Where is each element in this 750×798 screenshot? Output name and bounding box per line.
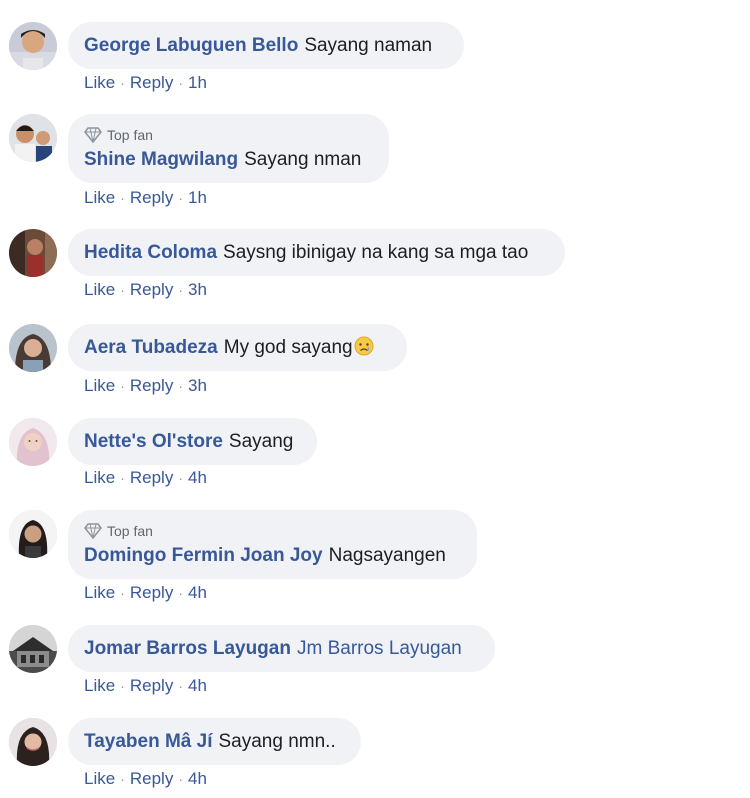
separator-dot: · <box>178 585 183 601</box>
separator-dot: · <box>178 378 183 394</box>
separator-dot: · <box>120 771 125 787</box>
separator-dot: · <box>120 75 125 91</box>
comment-bubble: Top fan Shine Magwilang Sayang nman <box>68 114 389 183</box>
avatar[interactable] <box>9 510 57 558</box>
separator-dot: · <box>120 585 125 601</box>
reply-link[interactable]: Reply <box>130 583 173 603</box>
separator-dot: · <box>178 190 183 206</box>
timestamp-link[interactable]: 4h <box>188 468 207 488</box>
like-link[interactable]: Like <box>84 188 115 208</box>
comment-author-link[interactable]: Domingo Fermin Joan Joy <box>84 545 323 566</box>
comment-text: Saysng ibinigay na kang sa mga tao <box>223 241 529 263</box>
timestamp-link[interactable]: 4h <box>188 676 207 696</box>
comment-bubble: Tayaben Mâ Jí Sayang nmn.. <box>68 718 361 765</box>
comment-author-link[interactable]: Tayaben Mâ Jí <box>84 731 212 752</box>
like-link[interactable]: Like <box>84 73 115 93</box>
separator-dot: · <box>120 378 125 394</box>
like-link[interactable]: Like <box>84 280 115 300</box>
comment-text: Sayang nman <box>244 148 362 170</box>
avatar[interactable] <box>9 324 57 372</box>
separator-dot: · <box>178 75 183 91</box>
top-fan-badge: Top fan <box>84 126 373 144</box>
comment-actions: Like · Reply · 4h <box>84 583 207 603</box>
separator-dot: · <box>178 282 183 298</box>
timestamp-link[interactable]: 4h <box>188 583 207 603</box>
separator-dot: · <box>178 771 183 787</box>
like-link[interactable]: Like <box>84 376 115 396</box>
separator-dot: · <box>178 470 183 486</box>
separator-dot: · <box>178 678 183 694</box>
badge-label: Top fan <box>107 522 153 539</box>
like-link[interactable]: Like <box>84 583 115 603</box>
comment-text: Sayang nmn.. <box>218 730 336 752</box>
like-link[interactable]: Like <box>84 769 115 789</box>
separator-dot: · <box>120 678 125 694</box>
comment-actions: Like · Reply · 1h <box>84 188 207 208</box>
comment-actions: Like · Reply · 1h <box>84 73 207 93</box>
reply-link[interactable]: Reply <box>130 376 173 396</box>
top-fan-badge: Top fan <box>84 522 461 540</box>
avatar[interactable] <box>9 718 57 766</box>
reply-link[interactable]: Reply <box>130 73 173 93</box>
avatar[interactable] <box>9 22 57 70</box>
comment-author-link[interactable]: Shine Magwilang <box>84 149 238 170</box>
diamond-icon <box>84 126 102 143</box>
comment-bubble: Nette's Ol'store Sayang <box>68 418 317 465</box>
comment-text: My god sayang <box>223 336 353 358</box>
reply-link[interactable]: Reply <box>130 188 173 208</box>
timestamp-link[interactable]: 3h <box>188 376 207 396</box>
reply-link[interactable]: Reply <box>130 769 173 789</box>
comment-actions: Like · Reply · 4h <box>84 769 207 789</box>
comment-text: Nagsayangen <box>328 544 446 566</box>
separator-dot: · <box>120 190 125 206</box>
timestamp-link[interactable]: 4h <box>188 769 207 789</box>
comment-bubble: Top fan Domingo Fermin Joan Joy Nagsayang… <box>68 510 477 579</box>
avatar[interactable] <box>9 418 57 466</box>
comment-actions: Like · Reply · 3h <box>84 280 207 300</box>
like-link[interactable]: Like <box>84 676 115 696</box>
comment-author-link[interactable]: Hedita Coloma <box>84 242 217 263</box>
mention-link[interactable]: Jm Barros Layugan <box>297 638 462 659</box>
avatar[interactable] <box>9 229 57 277</box>
comment-author-link[interactable]: Jomar Barros Layugan <box>84 638 291 659</box>
timestamp-link[interactable]: 3h <box>188 280 207 300</box>
comment-author-link[interactable]: Nette's Ol'store <box>84 431 223 452</box>
reply-link[interactable]: Reply <box>130 468 173 488</box>
avatar[interactable] <box>9 625 57 673</box>
comment-bubble: Aera Tubadeza My god sayang <box>68 324 407 371</box>
comment-bubble: Hedita Coloma Saysng ibinigay na kang sa … <box>68 229 565 276</box>
comment-author-link[interactable]: Aera Tubadeza <box>84 337 218 358</box>
crying-face-icon <box>354 336 374 355</box>
comment-bubble: Jomar Barros Layugan Jm Barros Layugan <box>68 625 495 672</box>
comment-bubble: George Labuguen Bello Sayang naman <box>68 22 464 69</box>
reply-link[interactable]: Reply <box>130 676 173 696</box>
timestamp-link[interactable]: 1h <box>188 73 207 93</box>
timestamp-link[interactable]: 1h <box>188 188 207 208</box>
badge-label: Top fan <box>107 126 153 143</box>
like-link[interactable]: Like <box>84 468 115 488</box>
reply-link[interactable]: Reply <box>130 280 173 300</box>
comment-actions: Like · Reply · 4h <box>84 468 207 488</box>
comment-text: Sayang naman <box>304 34 433 56</box>
separator-dot: · <box>120 470 125 486</box>
comment-text: Sayang <box>228 430 294 452</box>
separator-dot: · <box>120 282 125 298</box>
diamond-icon <box>84 522 102 539</box>
comment-author-link[interactable]: George Labuguen Bello <box>84 35 298 56</box>
comment-actions: Like · Reply · 3h <box>84 376 207 396</box>
comment-actions: Like · Reply · 4h <box>84 676 207 696</box>
avatar[interactable] <box>9 114 57 162</box>
